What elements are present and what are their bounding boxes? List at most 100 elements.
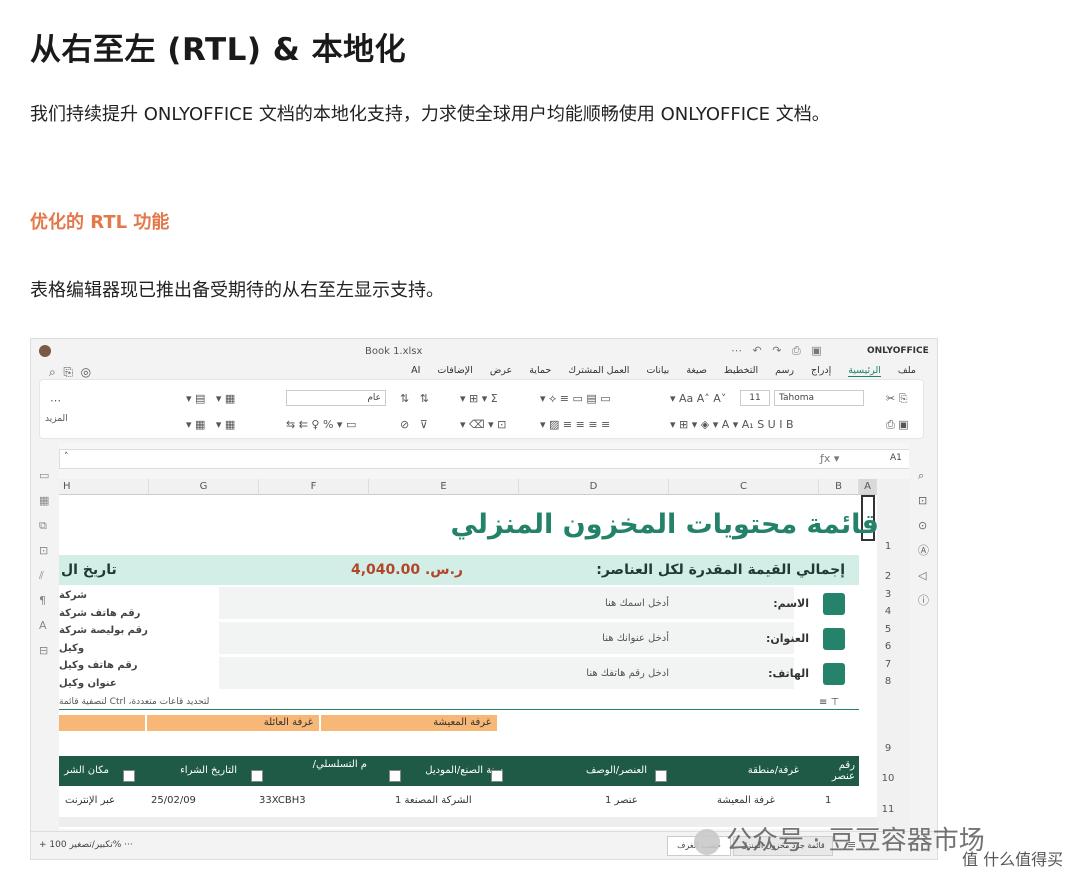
watermark-site: 值 什么值得买 bbox=[962, 850, 1064, 869]
filter-dropdown-icon[interactable] bbox=[389, 770, 401, 782]
number-format-icons[interactable]: ⇆ ⇇ ♀ % ▾ ▭ bbox=[286, 418, 356, 431]
tab-layout[interactable]: التخطيط bbox=[724, 365, 758, 377]
cell-description[interactable]: عنصر 1 bbox=[605, 795, 638, 806]
styles-icon[interactable]: ▾ ▤ ▾ ▦ bbox=[186, 392, 235, 405]
more-label: المزيد bbox=[45, 414, 68, 424]
sidebar-icons[interactable]: ▭ ▦ ⧉ ⊡ ⫽ ¶ A ⊟ bbox=[39, 463, 49, 663]
cell-item-number[interactable]: 1 bbox=[825, 795, 831, 806]
cell-purchase-place[interactable]: عبر الإنترنت bbox=[65, 795, 115, 806]
font-name-select[interactable]: Tahoma bbox=[774, 390, 864, 406]
filter-dropdown-icon[interactable] bbox=[123, 770, 135, 782]
side-note: شركة bbox=[59, 590, 87, 601]
tab-plugins[interactable]: الإضافات bbox=[437, 365, 472, 377]
tab-protection[interactable]: حماية bbox=[529, 365, 551, 377]
total-label: إجمالي القيمة المقدرة لكل العناصر: bbox=[596, 562, 845, 578]
paste-icon[interactable]: ⎙ ▣ bbox=[886, 418, 909, 432]
address-field-row bbox=[219, 622, 859, 654]
column-header[interactable]: C bbox=[669, 479, 819, 495]
cell-ref: A1 bbox=[890, 453, 902, 463]
row-number[interactable]: 3 bbox=[877, 589, 899, 600]
format-icons[interactable]: ▾ ⊞ ▾ ◈ ▾ A ▾ A₁ S U I B bbox=[670, 418, 794, 431]
more-icon[interactable]: ⋯ bbox=[50, 394, 61, 407]
row-number[interactable]: 6 bbox=[877, 641, 899, 652]
cut-icon[interactable]: ✂ ⎘ bbox=[886, 392, 908, 406]
table-icon[interactable]: ▾ ▦ ▾ ▦ bbox=[186, 418, 235, 431]
filter-icon[interactable]: ⊘ ⊽ bbox=[400, 418, 428, 431]
tab-insert[interactable]: إدراج bbox=[811, 365, 831, 377]
font-size-icons[interactable]: ▾ Aa A˄ A˅ bbox=[670, 392, 726, 405]
article-subheading: 优化的 RTL 功能 bbox=[30, 212, 170, 233]
tab-data[interactable]: بيانات bbox=[646, 365, 669, 377]
row-number[interactable]: 9 bbox=[877, 743, 899, 754]
name-input[interactable]: أدخل اسمك هنا bbox=[605, 598, 669, 609]
watermark-logo-icon bbox=[694, 828, 720, 855]
file-name: Book 1.xlsx bbox=[365, 346, 423, 357]
right-sidebar: ⌕ ⊡ ⊙ Ⓐ ◁ ⓘ bbox=[909, 443, 937, 859]
tab-collaboration[interactable]: العمل المشترك bbox=[568, 365, 629, 377]
filter-dropdown-icon[interactable] bbox=[655, 770, 667, 782]
filter-icon[interactable]: ≡ ⊤ bbox=[819, 697, 839, 708]
align-icons-2[interactable]: ▾ ▨ ≡ ≡ ≡ ≡ bbox=[540, 418, 610, 431]
tab-file[interactable]: ملف bbox=[898, 365, 916, 377]
filter-dropdown-icon[interactable] bbox=[491, 770, 503, 782]
address-label: العنوان: bbox=[765, 632, 809, 645]
editor-screenshot: Book 1.xlsx ⋯ ↶ ↷ ⎙ ▣ ONLYOFFICE ⌕ ⎘ ◎ م… bbox=[30, 338, 938, 860]
spreadsheet-grid[interactable]: H G F E D C B A 1 2 3 4 5 6 7 8 9 10 11 … bbox=[59, 479, 909, 829]
font-size-select[interactable]: 11 bbox=[740, 390, 770, 406]
tab-draw[interactable]: رسم bbox=[775, 365, 794, 377]
sum-icon[interactable]: ▾ ⊞ ▾ Σ bbox=[460, 392, 498, 405]
clear-icon[interactable]: ▾ ⌫ ▾ ⊡ bbox=[460, 418, 506, 431]
row-number[interactable]: 7 bbox=[877, 659, 899, 670]
row-number[interactable]: 11 bbox=[877, 804, 899, 815]
window-controls-icon: ⋯ ↶ ↷ ⎙ ▣ bbox=[731, 344, 822, 357]
row-number[interactable]: 8 bbox=[877, 676, 899, 687]
right-sidebar-icons[interactable]: ⌕ ⊡ ⊙ Ⓐ ◁ ⓘ bbox=[918, 463, 929, 613]
column-header[interactable]: B bbox=[819, 479, 859, 495]
th-purchase-date: التاريخ الشراء bbox=[180, 765, 237, 776]
row-number[interactable]: 2 bbox=[877, 571, 899, 582]
column-header[interactable]: H bbox=[59, 479, 149, 495]
th-description: العنصر/الوصف bbox=[585, 765, 647, 776]
left-sidebar: ▭ ▦ ⧉ ⊡ ⫽ ¶ A ⊟ bbox=[31, 443, 59, 859]
address-input[interactable]: أدخل عنوانك هنا bbox=[602, 633, 669, 644]
zoom-control[interactable]: + تكبير/تصغير 100% ··· bbox=[39, 840, 133, 850]
side-note: وكيل bbox=[59, 642, 85, 654]
side-notes: شركة رقم هاتف شركة رقم بوليصة شركة وكيل … bbox=[59, 587, 209, 692]
cell-make-model[interactable]: الشركة المصنعة 1 bbox=[395, 795, 472, 806]
align-icons[interactable]: ▾ ⟡ ≡ ▭ ▤ ▭ bbox=[540, 392, 611, 406]
tab-view[interactable]: عرض bbox=[490, 365, 512, 377]
side-note: رقم هاتف شركة bbox=[59, 607, 141, 619]
article-heading: 从右至左 (RTL) & 本地化 bbox=[30, 32, 407, 68]
column-header[interactable]: A bbox=[859, 479, 877, 495]
room-living[interactable]: غرفة المعيشة bbox=[321, 715, 497, 731]
cell-serial[interactable]: 33XCBH3 bbox=[259, 795, 306, 806]
row-number[interactable]: 1 bbox=[877, 541, 899, 552]
column-header[interactable]: E bbox=[369, 479, 519, 495]
fx-icon[interactable]: ƒx ▾ bbox=[820, 452, 839, 465]
column-header[interactable]: F bbox=[259, 479, 369, 495]
cell-purchase-date[interactable]: 25/02/09 bbox=[151, 795, 196, 806]
column-header[interactable]: G bbox=[149, 479, 259, 495]
phone-input[interactable]: ادخل رقم هاتفك هنا bbox=[586, 668, 669, 679]
sort-icon[interactable]: ⇅ ⇅ bbox=[400, 392, 429, 405]
formula-bar[interactable]: ˄ ƒx ▾ A1 bbox=[59, 449, 911, 469]
hint-text: لتحديد قاعات متعددة، Ctrl لتصفية قائمة bbox=[59, 697, 210, 707]
column-header[interactable]: D bbox=[519, 479, 669, 495]
expand-icon[interactable]: ˄ bbox=[64, 452, 69, 462]
filter-dropdown-icon[interactable] bbox=[251, 770, 263, 782]
row-number[interactable]: 5 bbox=[877, 624, 899, 635]
number-format-select[interactable]: عام bbox=[286, 390, 386, 406]
tab-home[interactable]: الرئيسية bbox=[848, 365, 881, 377]
tab-ai[interactable]: AI bbox=[411, 365, 420, 377]
cell-room[interactable]: غرفة المعيشة bbox=[717, 795, 775, 806]
watermark-channel: 公众号 · 豆豆容器市场 bbox=[694, 820, 985, 857]
article-intro: 我们持续提升 ONLYOFFICE 文档的本地化支持，力求使全球用户均能顺畅使用… bbox=[30, 104, 830, 125]
tab-formula[interactable]: صيغة bbox=[686, 365, 707, 377]
row-number[interactable]: 4 bbox=[877, 606, 899, 617]
row-number[interactable]: 10 bbox=[877, 773, 899, 784]
th-purchase-place: مكان الشر bbox=[64, 765, 109, 776]
th-serial: م التسلسلي/ bbox=[312, 759, 367, 770]
ribbon-toolbar: ⋯ المزيد ▾ ▤ ▾ ▦ ▾ ▦ ▾ ▦ عام ⇆ ⇇ ♀ % ▾ ▭… bbox=[39, 379, 924, 439]
room-family[interactable]: غرفة العائلة bbox=[147, 715, 319, 731]
search-icon[interactable]: ⌕ ⎘ ◎ bbox=[49, 365, 91, 380]
